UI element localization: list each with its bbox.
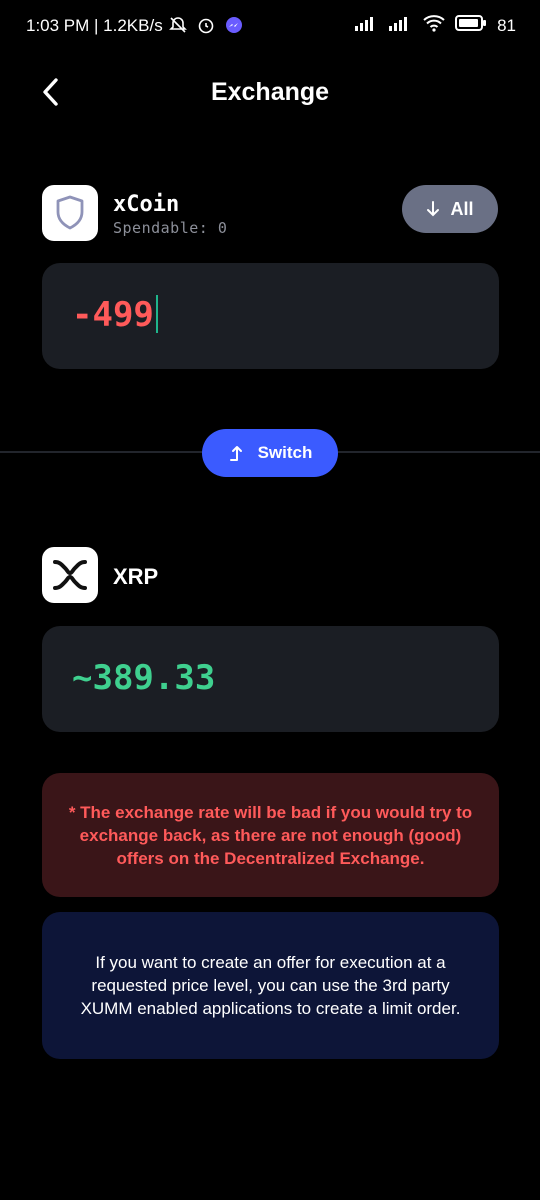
mute-icon [168, 15, 188, 40]
signal-icon [355, 15, 379, 36]
xcoin-logo [42, 185, 98, 241]
status-right: 81 [355, 14, 516, 37]
xrp-icon [53, 560, 87, 590]
all-button[interactable]: All [402, 185, 498, 233]
all-button-label: All [450, 198, 474, 219]
arrow-down-icon [427, 201, 440, 217]
battery-icon [455, 14, 487, 37]
text-caret [155, 294, 158, 333]
spendable-label: Spendable: 0 [113, 219, 228, 237]
to-coin-name: XRP [113, 564, 159, 589]
xrp-logo [42, 547, 98, 603]
status-icons [168, 15, 244, 40]
warning-text: * The exchange rate will be bad if you w… [68, 802, 473, 868]
to-amount-field: ~389.33 [42, 626, 499, 732]
wifi-icon [423, 14, 445, 37]
status-time: 1:03 PM | 1.2KB/s [26, 16, 163, 35]
to-amount-value: ~389.33 [72, 658, 216, 698]
info-text: If you want to create an offer for execu… [80, 953, 461, 1018]
from-amount-value: -499 [72, 295, 154, 335]
warning-notice: * The exchange rate will be bad if you w… [42, 773, 499, 897]
messenger-icon [224, 15, 244, 40]
page-title: Exchange [210, 78, 330, 106]
switch-button-label: Switch [257, 443, 313, 462]
info-notice: If you want to create an offer for execu… [42, 912, 499, 1059]
alarm-icon [196, 15, 216, 40]
from-amount-field[interactable]: -499 [42, 263, 499, 369]
shield-icon [56, 195, 84, 230]
from-coin-name: xCoin [113, 192, 180, 217]
battery-percent: 81 [497, 15, 516, 35]
signal-icon-2 [389, 15, 413, 36]
switch-arrow-icon [229, 446, 242, 461]
switch-button[interactable]: Switch [202, 429, 338, 477]
